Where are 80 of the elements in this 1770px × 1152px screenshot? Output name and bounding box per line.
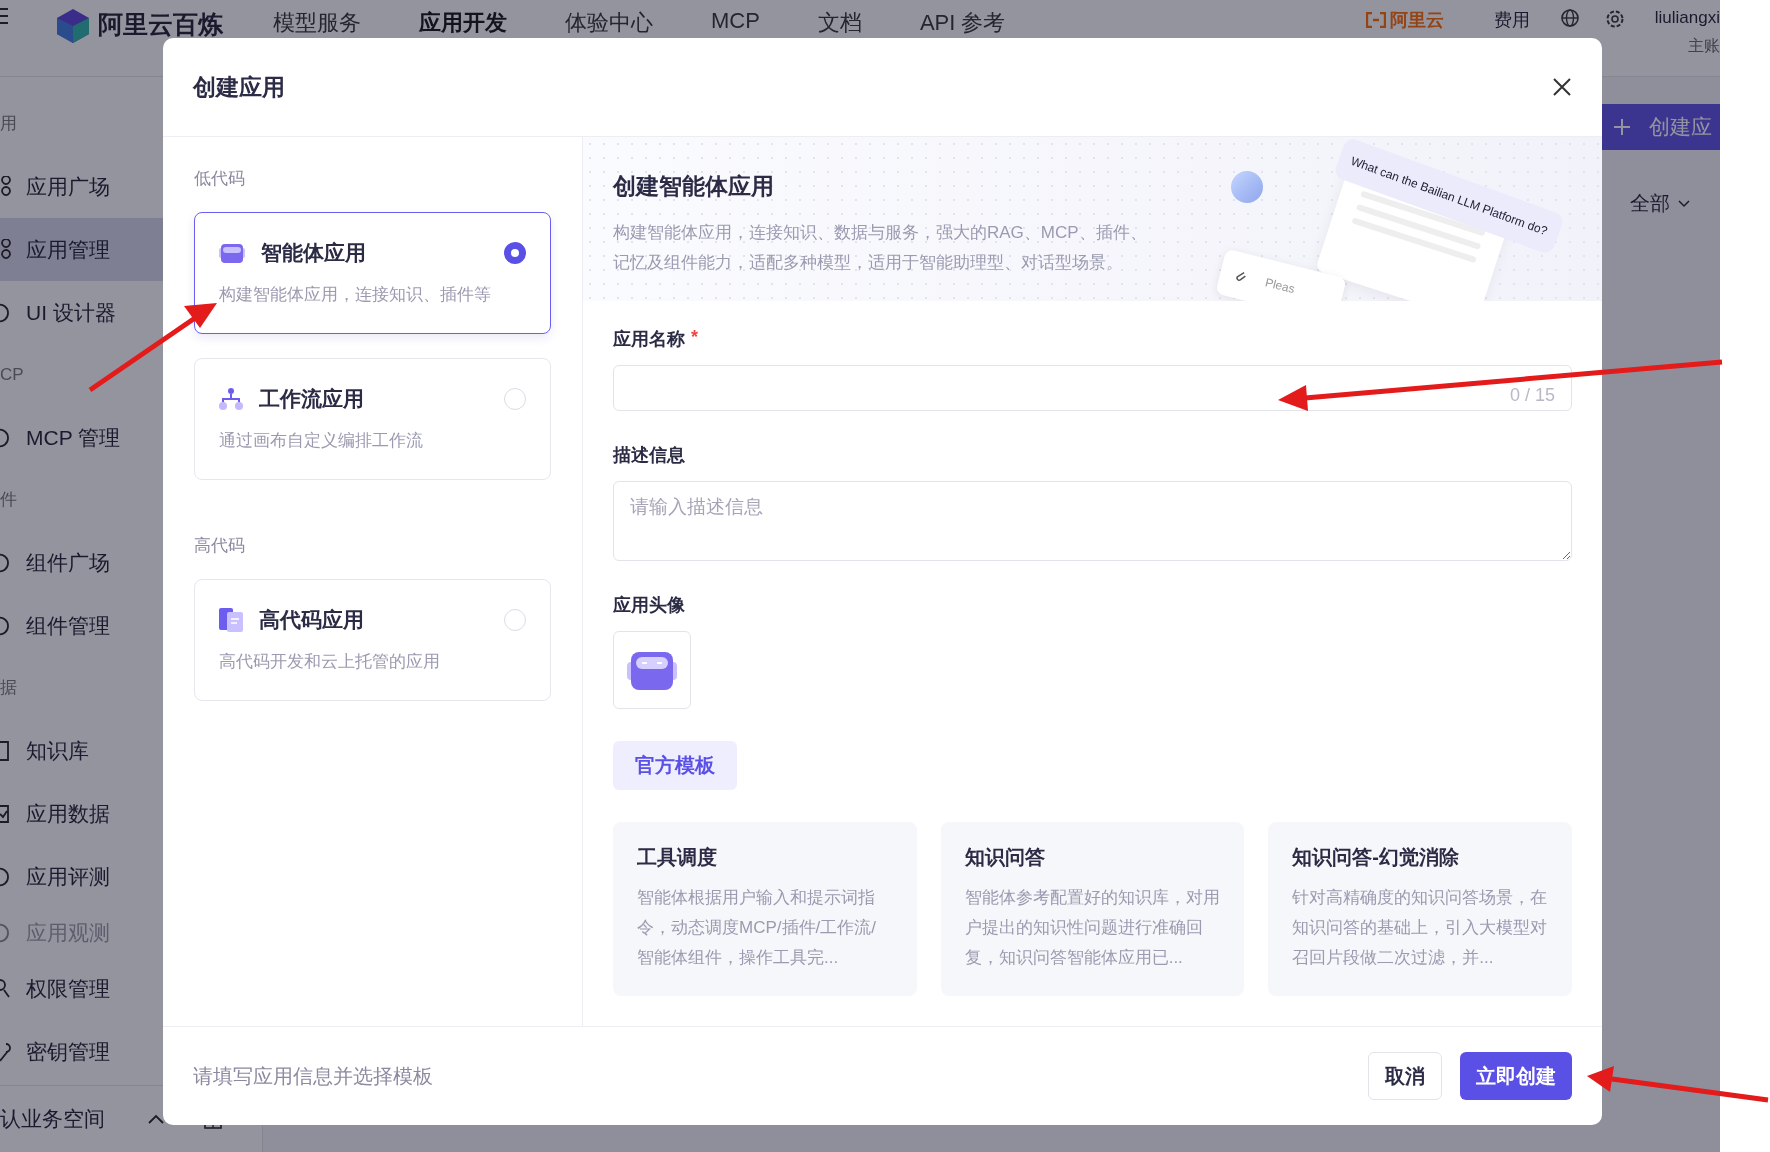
sidebar-item[interactable]: 权限管理 bbox=[0, 957, 248, 1020]
app-type-title: 智能体应用 bbox=[261, 240, 366, 266]
field-label: 描述信息 bbox=[613, 444, 685, 467]
template-description: 智能体参考配置好的知识库，对用户提出的知识性问题进行准确回复，知识问答智能体应用已... bbox=[964, 887, 1221, 969]
menu-item-icon bbox=[0, 426, 12, 449]
field-label: 应用名称 bbox=[613, 328, 685, 351]
nav-tab[interactable]: 体验中心 bbox=[565, 8, 653, 38]
radio-button[interactable] bbox=[504, 242, 526, 264]
banner-title: 创建智能体应用 bbox=[613, 172, 775, 201]
template-title: 知识问答-幻觉消除 bbox=[1292, 845, 1460, 870]
section-title: 件 bbox=[0, 489, 17, 511]
document-icon bbox=[219, 608, 243, 632]
template-tab[interactable]: 官方模板 bbox=[613, 741, 737, 790]
category-title: 高代码 bbox=[194, 535, 246, 557]
dialog-title: 创建应用 bbox=[193, 72, 285, 102]
fee-link[interactable]: 费用 bbox=[1494, 8, 1530, 32]
menu-item-icon bbox=[0, 977, 12, 1000]
description-field[interactable]: 请输入描述信息 bbox=[613, 481, 1572, 561]
app-type-description: 通过画布自定义编排工作流 bbox=[219, 430, 424, 452]
close-icon[interactable] bbox=[1552, 77, 1572, 97]
orb-icon bbox=[1231, 171, 1263, 203]
template-card[interactable]: 工具调度 智能体根据用户输入和提示词指令，动态调度MCP/插件/工作流/智能体组件，操作工具完... bbox=[613, 822, 917, 996]
template-description: 智能体根据用户输入和提示词指令，动态调度MCP/插件/工作流/智能体组件，操作工具完... bbox=[637, 887, 877, 969]
menu-item-icon bbox=[0, 802, 12, 825]
menu-item-icon bbox=[0, 921, 12, 944]
nav-tab[interactable]: 文档 bbox=[817, 8, 862, 38]
settings-icon[interactable] bbox=[1604, 8, 1626, 30]
user-role: 主账 bbox=[1688, 36, 1720, 56]
app-type-description: 构建智能体应用，连接知识、插件等 bbox=[219, 284, 492, 306]
sidebar-item[interactable]: 应用数据 bbox=[0, 782, 248, 845]
nav-tab[interactable]: API 参考 bbox=[919, 8, 1006, 38]
create-now-button[interactable]: 立即创建 bbox=[1460, 1052, 1572, 1100]
workspace-name[interactable]: 认业务空间 bbox=[0, 1105, 105, 1133]
menu-item-icon bbox=[0, 614, 12, 637]
globe-icon[interactable] bbox=[1560, 8, 1580, 28]
sidebar-item[interactable]: 应用评测 bbox=[0, 845, 248, 908]
caret-icon[interactable] bbox=[148, 1114, 164, 1124]
brand-name: 阿里云百炼 bbox=[98, 9, 223, 40]
footer-hint: 请填写应用信息并选择模板 bbox=[193, 1063, 433, 1089]
app-type-title: 高代码应用 bbox=[259, 607, 364, 633]
user-name[interactable]: liuliangxi bbox=[1654, 8, 1720, 28]
menu-item-icon bbox=[0, 1040, 12, 1063]
chat-input-hint: Pleas bbox=[1263, 275, 1297, 297]
app-type-title: 工作流应用 bbox=[259, 386, 364, 412]
logo-icon bbox=[56, 8, 90, 44]
menu-item-icon bbox=[0, 739, 12, 762]
menu-item-icon bbox=[0, 238, 12, 261]
template-title: 工具调度 bbox=[637, 845, 718, 870]
nav-tab[interactable]: 应用开发 bbox=[419, 8, 507, 38]
menu-item-icon bbox=[0, 175, 12, 198]
nav-tab[interactable]: 模型服务 bbox=[273, 8, 361, 38]
section-title: 用 bbox=[0, 113, 17, 135]
plus-icon bbox=[1613, 118, 1631, 136]
menu-item-icon bbox=[0, 865, 12, 888]
template-title: 知识问答 bbox=[964, 845, 1046, 870]
template-description: 针对高精确度的知识问答场景，在知识问答的基础上，引入大模型对召回片段做二次过滤，并... bbox=[1292, 887, 1548, 969]
sidebar-item[interactable]: 知识库 bbox=[0, 719, 248, 782]
template-card[interactable]: 知识问答 智能体参考配置好的知识库，对用户提出的知识性问题进行准确回复，知识问答智能体应用已... bbox=[940, 822, 1245, 996]
bracket-logo-icon bbox=[1366, 12, 1386, 28]
menu-item-icon bbox=[0, 301, 12, 324]
section-title: CP bbox=[0, 364, 24, 386]
robot-icon bbox=[219, 242, 245, 264]
field-label: 应用头像 bbox=[613, 594, 685, 617]
app-type-card[interactable]: 高代码应用 高代码开发和云上托管的应用 bbox=[194, 579, 551, 701]
flow-icon bbox=[219, 387, 243, 411]
filter-dropdown[interactable]: 全部 bbox=[1630, 190, 1690, 217]
app-type-card[interactable]: 工作流应用 通过画布自定义编排工作流 bbox=[194, 358, 551, 480]
menu-icon[interactable] bbox=[0, 8, 8, 24]
nav-tab[interactable]: MCP bbox=[711, 8, 760, 38]
template-card[interactable]: 知识问答-幻觉消除 针对高精确度的知识问答场景，在知识问答的基础上，引入大模型对召回片段做二次过滤，并... bbox=[1268, 822, 1572, 996]
char-counter: 0 / 15 bbox=[1509, 385, 1555, 406]
app-type-description: 高代码开发和云上托管的应用 bbox=[219, 651, 441, 673]
menu-item-icon bbox=[0, 551, 12, 574]
banner-description: 构建智能体应用，连接知识、数据与服务，强大的RAG、MCP、插件、记忆及组件能力，适配多种模型，适用于智能助理型、对话型场景。 bbox=[613, 222, 1148, 274]
required-mark: * bbox=[691, 327, 698, 349]
cancel-button[interactable]: 取消 bbox=[1368, 1052, 1442, 1100]
caret-icon bbox=[1678, 199, 1690, 208]
section-title: 据 bbox=[0, 677, 17, 699]
category-title: 低代码 bbox=[194, 168, 246, 190]
avatar-picker[interactable] bbox=[613, 631, 691, 709]
